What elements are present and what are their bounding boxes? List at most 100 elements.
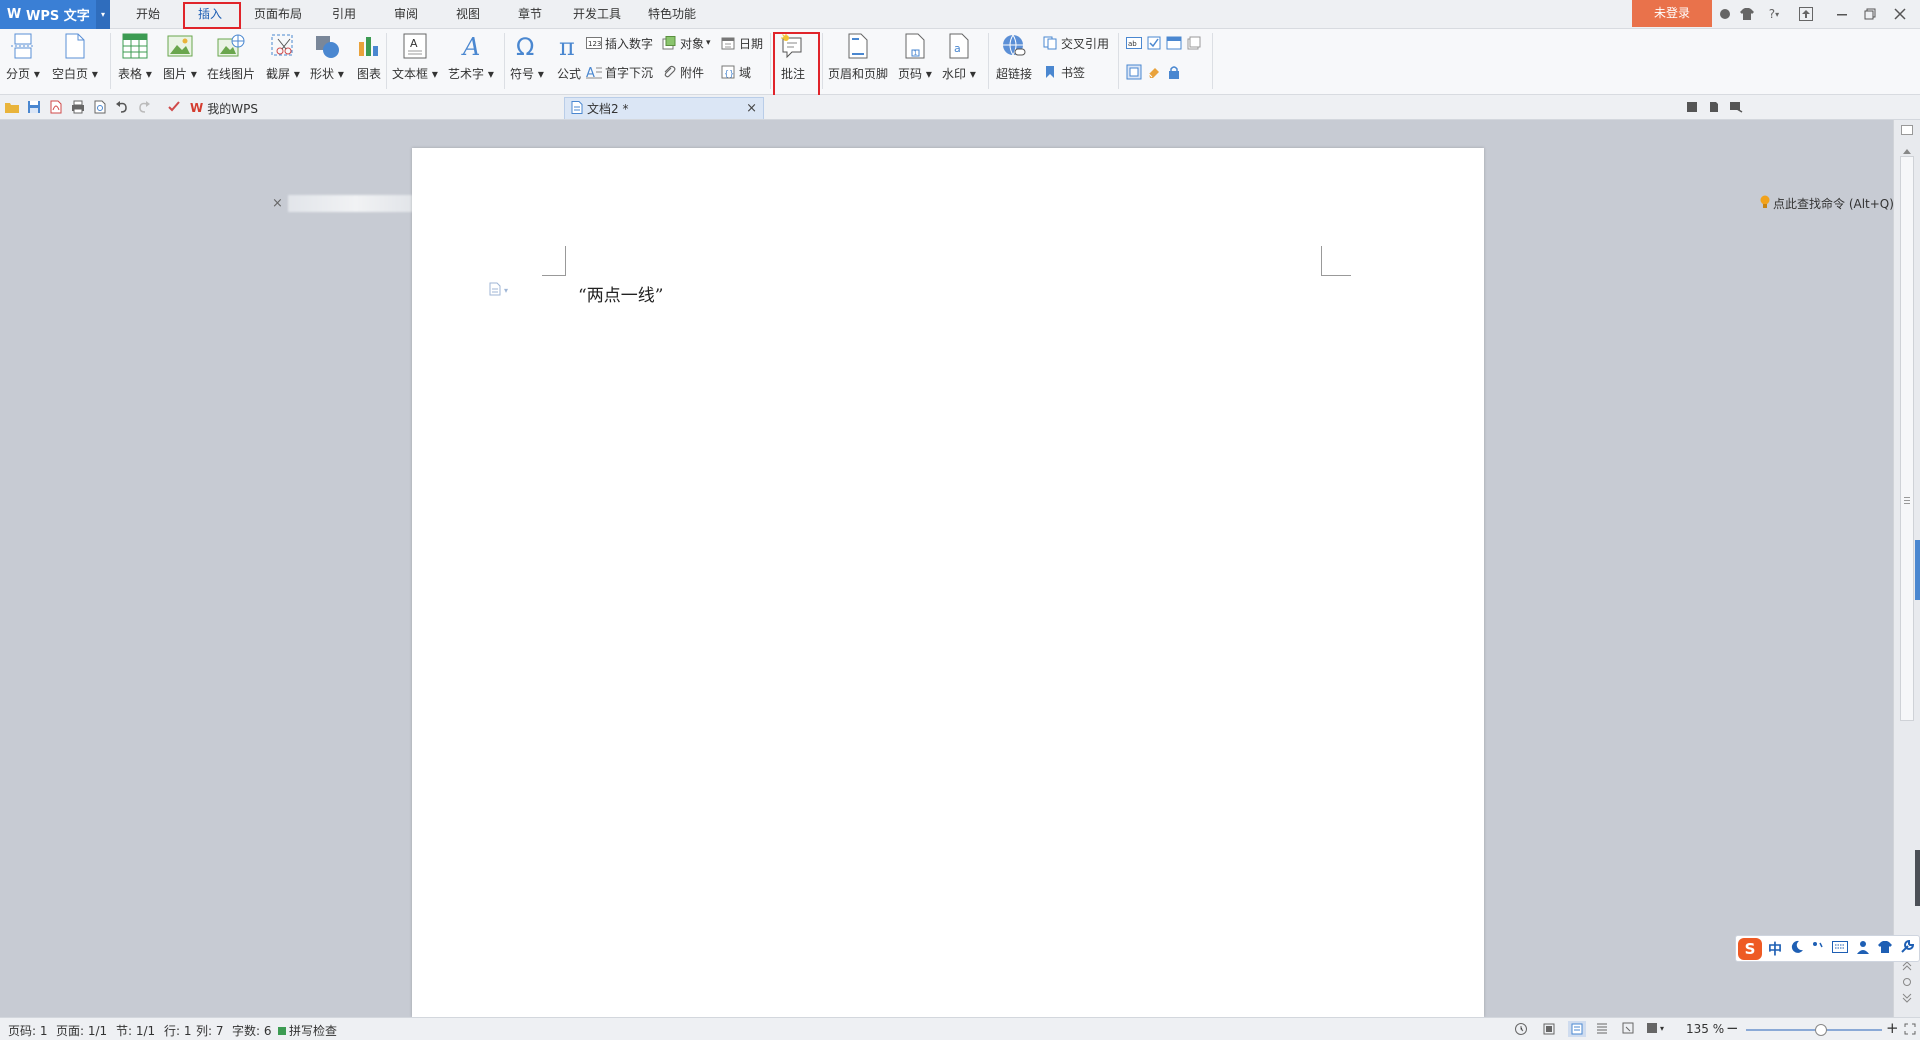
header-footer-button[interactable]: 页眉和页脚 (828, 31, 888, 87)
skin-icon[interactable] (1716, 5, 1734, 23)
restore-icon[interactable] (1861, 5, 1879, 23)
close-tab-icon[interactable]: × (746, 101, 757, 116)
ime-toolbar[interactable]: S 中 (1735, 935, 1920, 962)
status-section[interactable]: 节: 1/1 (116, 1022, 155, 1039)
open-folder-icon[interactable] (4, 99, 20, 115)
tab-view[interactable]: 视图 (448, 0, 488, 29)
textbox-button[interactable]: A 文本框 ▾ (392, 31, 438, 87)
insert-number-button[interactable]: 123 插入数字 (586, 33, 653, 53)
web-view-icon[interactable] (1622, 1022, 1634, 1037)
page-view-icon[interactable] (1568, 1021, 1586, 1037)
document-text[interactable]: “两点一线” (578, 281, 663, 306)
tab-developer[interactable]: 开发工具 (566, 0, 628, 29)
status-column[interactable]: 列: 7 (196, 1022, 224, 1039)
status-pages[interactable]: 页面: 1/1 (56, 1022, 107, 1039)
equation-button[interactable]: π 公式 (554, 31, 584, 87)
form-checkbox-button[interactable] (1146, 33, 1165, 53)
symbol-button[interactable]: Ω 符号 ▾ (510, 31, 544, 87)
shapes-button[interactable]: 形状 ▾ (310, 31, 344, 87)
tab-review[interactable]: 审阅 (386, 0, 426, 29)
tab-home[interactable]: 开始 (128, 0, 168, 29)
scroll-thumb[interactable] (1900, 156, 1914, 721)
drop-cap-button[interactable]: A 首字下沉 (586, 62, 653, 82)
undo-icon[interactable] (114, 99, 130, 115)
tab-references[interactable]: 引用 (324, 0, 364, 29)
shirt-icon[interactable] (1738, 5, 1756, 23)
tab-page-layout[interactable]: 页面布局 (248, 0, 308, 29)
reading-mode-icon[interactable] (1706, 99, 1722, 115)
document-page[interactable]: ▾ “两点一线” (412, 148, 1484, 1017)
screenshot-button[interactable]: 截屏 ▾ (266, 31, 300, 87)
zoom-slider-thumb[interactable] (1814, 1024, 1827, 1036)
page-break-button[interactable]: 分页 ▾ (6, 31, 40, 87)
form-properties-button[interactable] (1186, 33, 1205, 53)
table-button[interactable]: 表格 ▾ (118, 31, 152, 87)
export-pdf-icon[interactable] (48, 99, 64, 115)
print-icon[interactable] (70, 99, 86, 115)
picture-button[interactable]: 图片 ▾ (163, 31, 197, 87)
fit-window-icon[interactable] (1904, 1023, 1916, 1038)
object-button[interactable]: 对象 ▾ (661, 33, 711, 53)
close-tab-my-wps-icon[interactable]: × (272, 196, 283, 211)
watermark-button[interactable]: a 水印 ▾ (942, 31, 976, 87)
status-word-count[interactable]: 字数: 6 (232, 1022, 272, 1039)
moon-icon[interactable] (1790, 940, 1804, 957)
zoom-slider-track[interactable] (1746, 1024, 1882, 1036)
side-panel-handle[interactable] (1915, 540, 1920, 600)
history-icon[interactable] (1514, 1022, 1528, 1039)
cross-reference-button[interactable]: 交叉引用 (1042, 33, 1109, 53)
select-browse-icon[interactable] (1902, 976, 1912, 990)
attachment-button[interactable]: 附件 (661, 62, 704, 82)
date-button[interactable]: 日期 (720, 33, 763, 53)
blank-page-button[interactable]: 空白页 ▾ (52, 31, 98, 87)
bookmark-button[interactable]: 书签 (1042, 62, 1085, 82)
outline-view-icon[interactable] (1596, 1022, 1608, 1037)
form-dropdown-button[interactable] (1166, 33, 1185, 53)
save-icon[interactable] (26, 99, 42, 115)
online-picture-button[interactable]: 在线图片 (207, 31, 255, 87)
spell-check-toggle[interactable]: 拼写检查 (278, 1022, 337, 1039)
fullscreen-icon[interactable] (1542, 1022, 1556, 1039)
zoom-in-icon[interactable]: + (1886, 1019, 1899, 1037)
reading-view-icon[interactable]: ▾ (1646, 1022, 1664, 1034)
minimize-icon[interactable] (1833, 5, 1851, 23)
close-icon[interactable] (1891, 5, 1909, 23)
command-search[interactable]: 点此查找命令 (Alt+Q) (1760, 195, 1894, 212)
help-icon[interactable]: ? ▾ (1760, 5, 1788, 23)
wordart-button[interactable]: A 艺术字 ▾ (448, 31, 494, 87)
wrench-icon[interactable] (1900, 939, 1915, 957)
share-icon[interactable] (1728, 99, 1744, 115)
redo-icon[interactable] (136, 99, 152, 115)
next-page-icon[interactable] (1902, 992, 1912, 1006)
view-mode-icon[interactable] (1684, 99, 1700, 115)
status-row[interactable]: 行: 1 (164, 1022, 192, 1039)
tab-document-2[interactable]: 文档2 * × (564, 97, 764, 119)
login-button[interactable]: 未登录 (1632, 0, 1712, 27)
hyperlink-button[interactable]: 超链接 (996, 31, 1032, 87)
skin-shirt-icon[interactable] (1878, 941, 1892, 956)
paragraph-layout-marker[interactable]: ▾ (488, 282, 508, 299)
keyboard-icon[interactable] (1832, 941, 1848, 956)
chart-button[interactable]: 图表 (354, 31, 384, 87)
page-number-button[interactable]: 1 页码 ▾ (898, 31, 932, 87)
form-shading-button[interactable] (1126, 62, 1145, 82)
vertical-scrollbar[interactable] (1893, 120, 1920, 1017)
form-textfield-button[interactable]: ab (1126, 33, 1145, 53)
print-preview-icon[interactable] (92, 99, 108, 115)
tab-special-features[interactable]: 特色功能 (640, 0, 704, 29)
zoom-percentage[interactable]: 135 % (1686, 1022, 1724, 1036)
customize-toolbar-icon[interactable] (166, 99, 182, 115)
punctuation-icon[interactable] (1812, 940, 1824, 957)
user-icon[interactable] (1856, 940, 1870, 957)
prev-page-icon[interactable] (1902, 960, 1912, 974)
app-menu-button[interactable]: W WPS 文字 ▾ (0, 0, 110, 29)
ime-mode[interactable]: 中 (1768, 939, 1782, 959)
tab-chapter[interactable]: 章节 (510, 0, 550, 29)
upload-icon[interactable] (1797, 5, 1815, 23)
form-reset-button[interactable] (1146, 62, 1165, 82)
form-protect-button[interactable] (1166, 62, 1185, 82)
field-button[interactable]: {} 域 (720, 62, 751, 82)
tab-my-wps[interactable]: W 我的WPS (190, 97, 284, 119)
zoom-out-icon[interactable]: − (1726, 1019, 1739, 1037)
scroll-split-icon[interactable] (1901, 124, 1913, 135)
